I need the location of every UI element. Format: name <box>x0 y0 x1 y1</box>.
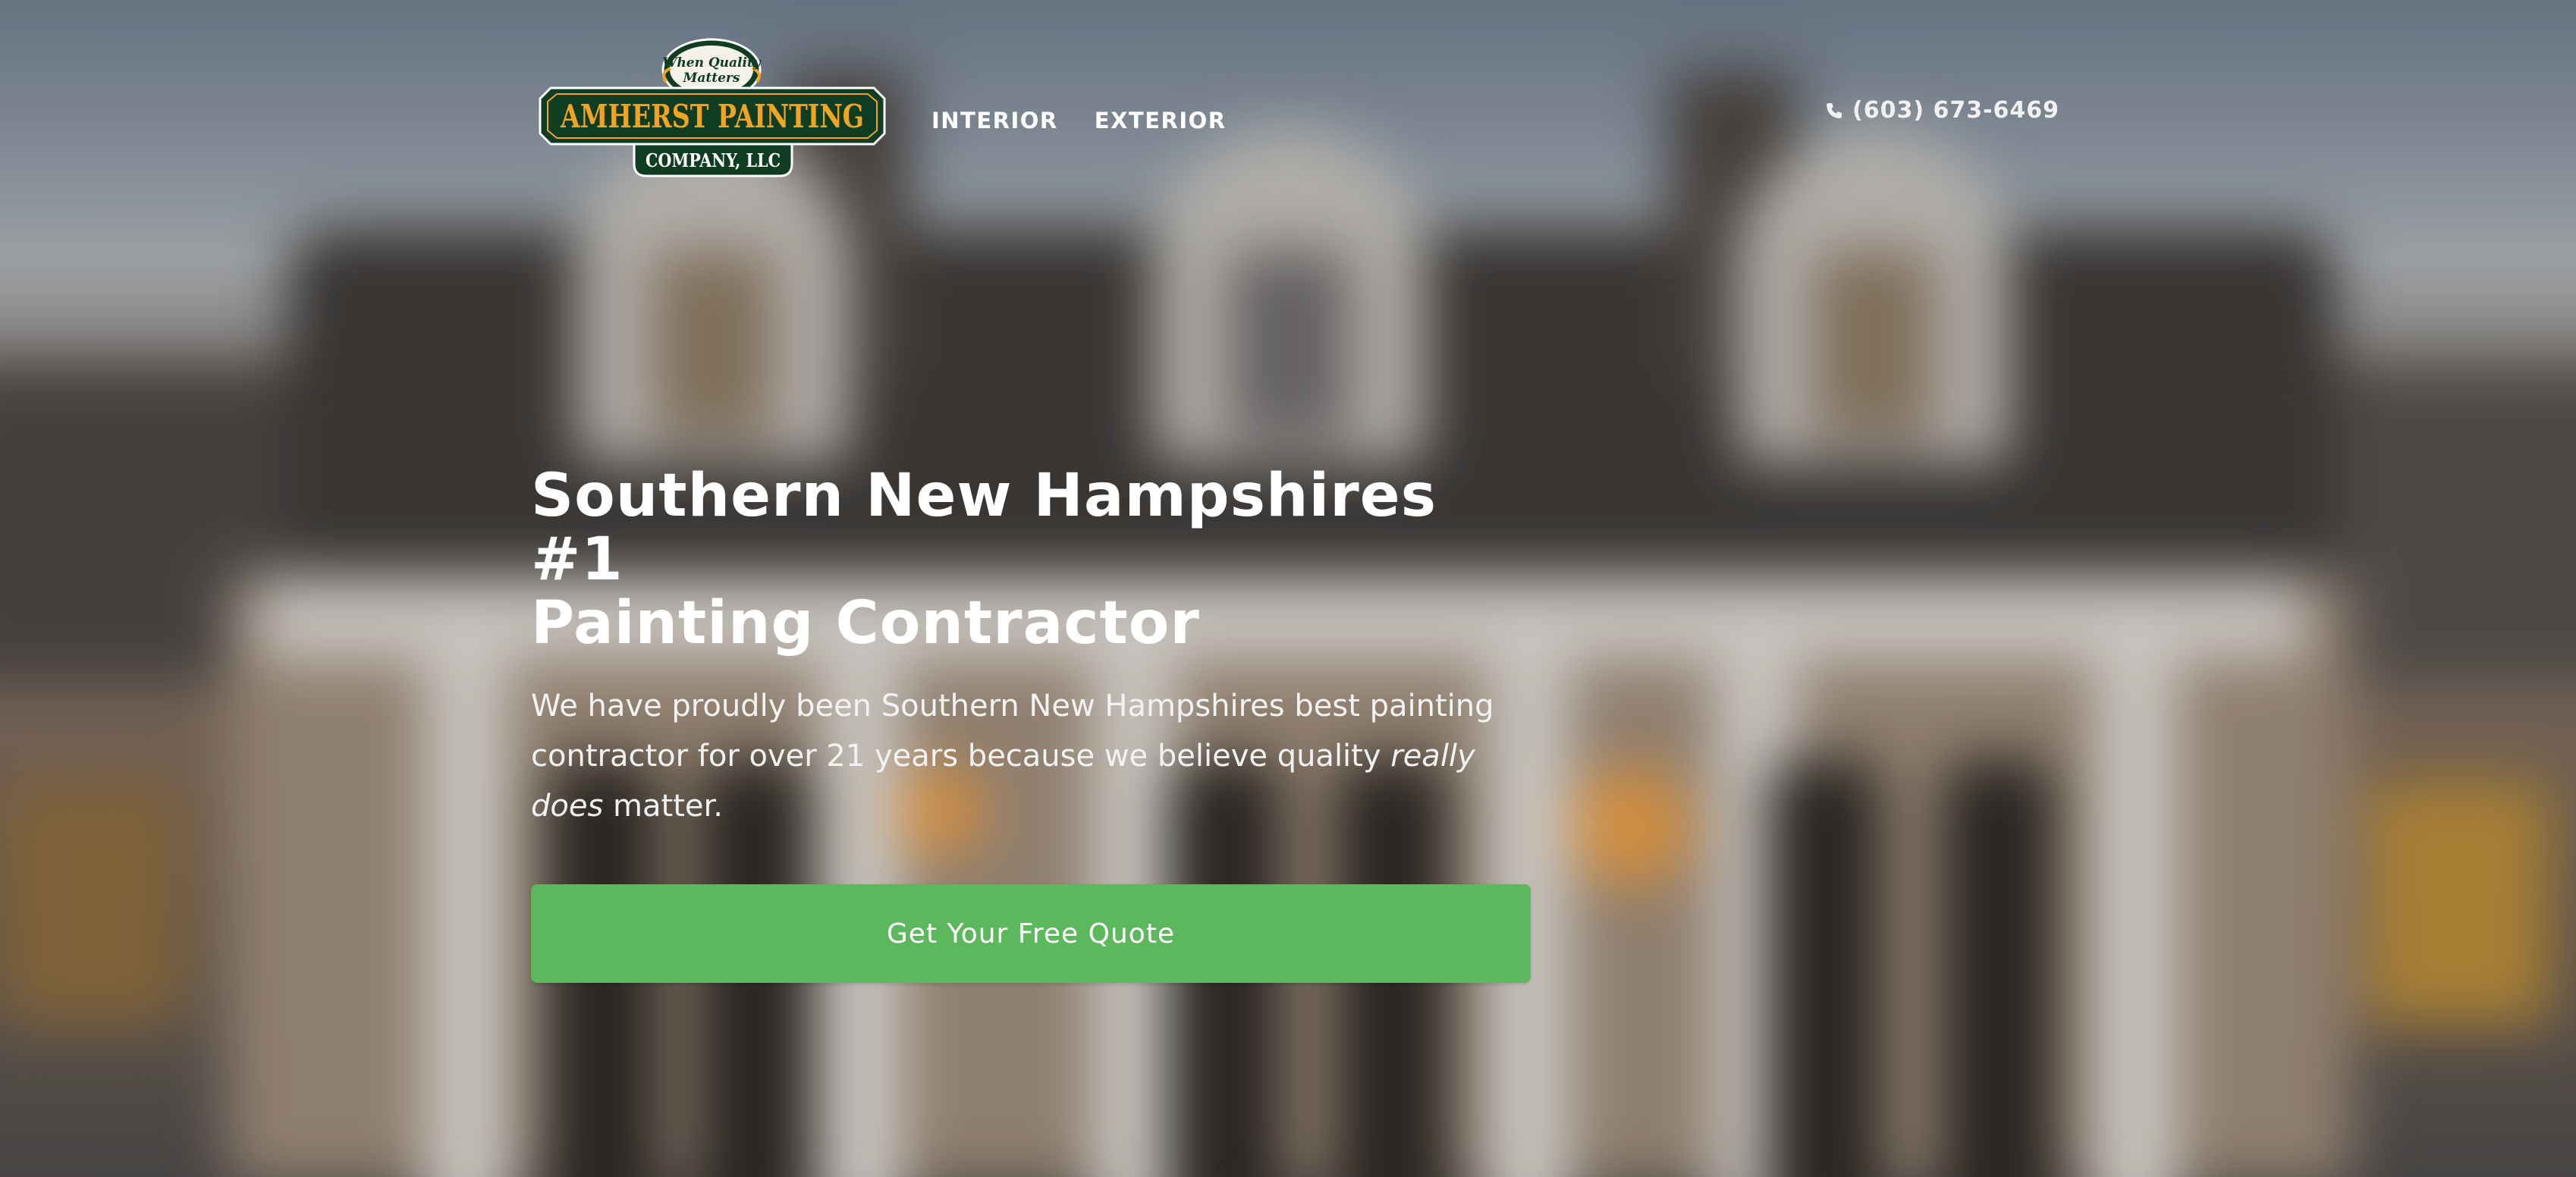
page-title: Southern New Hampshires #1 Painting Cont… <box>531 464 1540 655</box>
hero-description: We have proudly been Southern New Hampsh… <box>531 681 1509 831</box>
logo-tagline-line1: When Quality <box>662 55 761 71</box>
hero-section: When Quality Matters AMHERST PAINTING CO… <box>0 0 2576 1177</box>
main-nav: INTERIOR EXTERIOR <box>931 108 1227 133</box>
nav-item-interior[interactable]: INTERIOR <box>931 108 1058 133</box>
lead-text-end: matter. <box>603 789 723 824</box>
nav-item-exterior[interactable]: EXTERIOR <box>1095 108 1227 133</box>
get-free-quote-button[interactable]: Get Your Free Quote <box>531 884 1531 983</box>
phone-link[interactable]: (603) 673-6469 <box>1825 97 2059 124</box>
hero-content: Southern New Hampshires #1 Painting Cont… <box>531 464 1540 983</box>
logo-company: COMPANY, LLC <box>646 149 781 171</box>
phone-icon <box>1825 102 1843 120</box>
lead-text: We have proudly been Southern New Hampsh… <box>531 689 1494 774</box>
logo-tagline-line2: Matters <box>683 71 740 86</box>
headline-line-1: Southern New Hampshires #1 <box>531 462 1437 594</box>
company-logo[interactable]: When Quality Matters AMHERST PAINTING CO… <box>537 38 887 177</box>
phone-number: (603) 673-6469 <box>1852 97 2060 124</box>
logo-name: AMHERST PAINTING <box>560 98 864 135</box>
headline-line-2: Painting Contractor <box>531 589 1200 658</box>
